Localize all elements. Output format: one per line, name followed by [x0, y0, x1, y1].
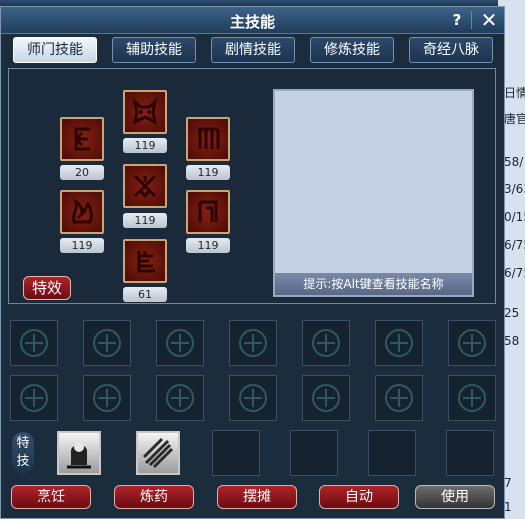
effects-button[interactable]: 特效 [23, 276, 71, 300]
slot-emblem-icon [385, 384, 413, 412]
empty-special-slot[interactable] [290, 430, 338, 476]
slot-emblem-icon [458, 329, 486, 357]
empty-skill-slot[interactable] [448, 320, 496, 366]
special-skills-label: 特技 [12, 432, 34, 474]
edge-text: 3/63 [504, 182, 525, 196]
crossed-blades-icon[interactable] [123, 164, 167, 208]
edge-text: 0/15 [504, 210, 525, 224]
stairs-glyph-icon[interactable] [123, 239, 167, 283]
skill-level: 119 [60, 238, 104, 253]
skill-level: 20 [60, 165, 104, 180]
slot-emblem-icon [20, 329, 48, 357]
slot-emblem-icon [458, 384, 486, 412]
empty-special-slot[interactable] [446, 430, 494, 476]
empty-skill-slot[interactable] [302, 320, 350, 366]
titlebar[interactable]: 主技能 ? ✕ [1, 7, 504, 34]
tab-cultivation-skills[interactable]: 修炼技能 [310, 37, 394, 63]
skill-info-box: 提示:按Alt键查看技能名称 [273, 89, 474, 297]
empty-skill-slot[interactable] [302, 375, 350, 421]
slash-special-skill-icon[interactable] [136, 431, 180, 475]
slot-emblem-icon [166, 384, 194, 412]
skill-level: 119 [123, 213, 167, 228]
auto-button[interactable]: 自动 [319, 485, 399, 509]
empty-special-slot[interactable] [368, 430, 416, 476]
edge-text: 6/75 [504, 266, 525, 280]
empty-skill-slot[interactable] [10, 320, 58, 366]
empty-skill-slot[interactable] [375, 375, 423, 421]
slot-emblem-icon [312, 384, 340, 412]
skill-level: 119 [123, 138, 167, 153]
tab-support-skills[interactable]: 辅助技能 [112, 37, 196, 63]
empty-skill-slot[interactable] [229, 320, 277, 366]
slot-emblem-icon [385, 329, 413, 357]
empty-skill-slot[interactable] [83, 320, 131, 366]
empty-skill-slot[interactable] [10, 375, 58, 421]
titlebar-divider [471, 11, 472, 29]
tab-meridians[interactable]: 奇经八脉 [409, 37, 493, 63]
empty-skill-slot[interactable] [83, 375, 131, 421]
edge-text: 7 [504, 476, 512, 490]
edge-text: 58 [504, 334, 520, 348]
edge-text: 6/75 [504, 238, 525, 252]
flame-glyph-icon[interactable] [60, 190, 104, 234]
skill-level: 119 [186, 238, 230, 253]
slot-emblem-icon [93, 329, 121, 357]
edge-text: 25 [504, 306, 520, 320]
edge-text: 唐官 [504, 112, 525, 126]
edge-text: 1 [504, 500, 512, 514]
help-button[interactable]: ? [447, 10, 467, 30]
slot-emblem-icon [20, 384, 48, 412]
arrow-glyph-icon[interactable] [60, 117, 104, 161]
close-button[interactable]: ✕ [479, 10, 499, 30]
empty-skill-slot[interactable] [156, 375, 204, 421]
portrait-special-skill-icon[interactable] [57, 431, 101, 475]
slot-emblem-icon [239, 384, 267, 412]
empty-skill-slot[interactable] [375, 320, 423, 366]
window-title: 主技能 [229, 13, 275, 31]
slot-emblem-icon [312, 329, 340, 357]
skill-level: 119 [186, 165, 230, 180]
stall-button[interactable]: 摆摊 [217, 485, 297, 509]
skill-level: 61 [123, 287, 167, 302]
cooking-button[interactable]: 烹饪 [11, 485, 91, 509]
use-button[interactable]: 使用 [415, 485, 495, 509]
bracket-glyph-icon[interactable] [186, 190, 230, 234]
edge-text: 58/ [504, 155, 524, 169]
tab-story-skills[interactable]: 剧情技能 [211, 37, 295, 63]
gate-glyph-icon[interactable] [186, 117, 230, 161]
tab-school-skills[interactable]: 师门技能 [13, 37, 97, 63]
empty-skill-slot[interactable] [448, 375, 496, 421]
slot-emblem-icon [239, 329, 267, 357]
empty-skill-slot[interactable] [156, 320, 204, 366]
demon-face-icon[interactable] [123, 90, 167, 134]
empty-skill-slot[interactable] [229, 375, 277, 421]
slot-emblem-icon [166, 329, 194, 357]
hint-text: 提示:按Alt键查看技能名称 [275, 273, 472, 295]
slot-emblem-icon [93, 384, 121, 412]
edge-text: 日情 [504, 86, 525, 100]
alchemy-button[interactable]: 炼药 [114, 485, 194, 509]
empty-special-slot[interactable] [212, 430, 260, 476]
